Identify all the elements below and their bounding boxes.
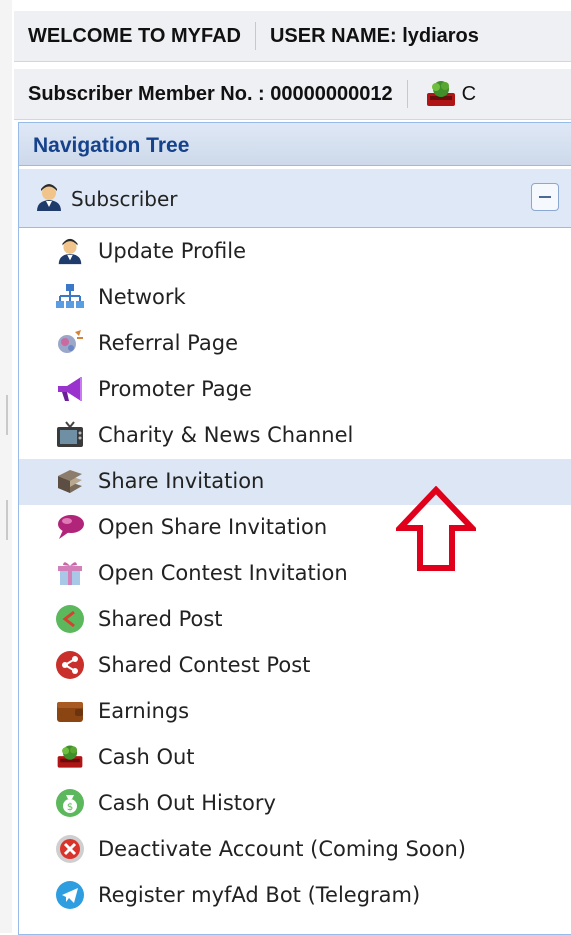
tree-item-label: Open Share Invitation — [98, 515, 328, 539]
welcome-text: WELCOME TO MYFAD — [28, 24, 241, 47]
tree-item-label: Shared Contest Post — [98, 653, 311, 677]
tree-item-cash-out-history[interactable]: $ Cash Out History — [19, 781, 571, 827]
tree-item-label: Update Profile — [98, 239, 247, 263]
subscriber-number: Subscriber Member No. : 00000000012 — [28, 82, 393, 105]
tree-item-label: Shared Post — [98, 607, 223, 631]
subscriber-bar: Subscriber Member No. : 00000000012 C — [14, 69, 571, 120]
tree-item-deactivate-account[interactable]: Deactivate Account (Coming Soon) — [19, 827, 571, 873]
tree-item-open-contest-invitation[interactable]: Open Contest Invitation — [19, 551, 571, 597]
username-text: USER NAME: lydiaros — [269, 24, 479, 47]
tree-item-share-invitation[interactable]: Share Invitation — [19, 459, 571, 505]
tree-item-referral-page[interactable]: Referral Page — [19, 321, 571, 367]
svg-text:$: $ — [67, 802, 73, 813]
cash-tray-icon — [55, 742, 85, 772]
tree-item-label: Earnings — [98, 699, 190, 723]
tree-item-network[interactable]: Network — [19, 275, 571, 321]
tree-item-label: Referral Page — [98, 331, 238, 355]
panel-title: Navigation Tree — [19, 123, 571, 166]
left-edge-bar — [0, 0, 12, 933]
collapse-button[interactable] — [531, 183, 559, 211]
tree-item-label: Cash Out — [98, 745, 195, 769]
share-red-icon — [55, 650, 85, 680]
tree-item-update-profile[interactable]: Update Profile — [19, 229, 571, 275]
tree-item-promoter-page[interactable]: Promoter Page — [19, 367, 571, 413]
tree-item-earnings[interactable]: Earnings — [19, 689, 571, 735]
user-icon — [33, 181, 63, 211]
left-edge-notch — [6, 395, 8, 435]
tree-root-label: Subscriber — [71, 187, 178, 211]
user-icon — [55, 236, 85, 266]
tree-item-label: Network — [98, 285, 186, 309]
megaphone-icon — [55, 374, 85, 404]
tree-item-label: Register myfAd Bot (Telegram) — [98, 883, 421, 907]
cash-tray-icon[interactable] — [424, 79, 458, 109]
tree-item-label: Promoter Page — [98, 377, 252, 401]
gift-icon — [55, 558, 85, 588]
close-circle-icon — [55, 834, 85, 864]
tree-item-shared-post[interactable]: Shared Post — [19, 597, 571, 643]
header-divider — [406, 80, 408, 108]
tree-item-label: Share Invitation — [98, 469, 265, 493]
tv-icon — [55, 420, 85, 450]
annotation-arrow — [396, 486, 476, 571]
tree-item-open-share-invitation[interactable]: Open Share Invitation — [19, 505, 571, 551]
tree-item-label: Deactivate Account (Coming Soon) — [98, 837, 467, 861]
book-stack-icon — [55, 466, 85, 496]
tree-item-label: Charity & News Channel — [98, 423, 354, 447]
navigation-tree-panel: Navigation Tree Subscriber Update Profil… — [18, 122, 571, 935]
welcome-bar: WELCOME TO MYFAD USER NAME: lydiaros — [14, 11, 571, 62]
wallet-icon — [55, 696, 85, 726]
share-green-icon — [55, 604, 85, 634]
telegram-icon — [55, 880, 85, 910]
speech-bubble-icon — [55, 512, 85, 542]
truncated-header-text: C — [461, 82, 477, 105]
tree-item-label: Cash Out History — [98, 791, 276, 815]
tree-item-charity-news[interactable]: Charity & News Channel — [19, 413, 571, 459]
money-bag-icon: $ — [55, 788, 85, 818]
tree-item-shared-contest-post[interactable]: Shared Contest Post — [19, 643, 571, 689]
left-edge-notch — [6, 500, 8, 540]
tree-item-register-bot[interactable]: Register myfAd Bot (Telegram) — [19, 873, 571, 919]
referral-icon — [55, 328, 85, 358]
tree-item-label: Open Contest Invitation — [98, 561, 348, 585]
tree-item-cash-out[interactable]: Cash Out — [19, 735, 571, 781]
network-icon — [55, 282, 85, 312]
tree-root-subscriber[interactable]: Subscriber — [19, 169, 571, 228]
